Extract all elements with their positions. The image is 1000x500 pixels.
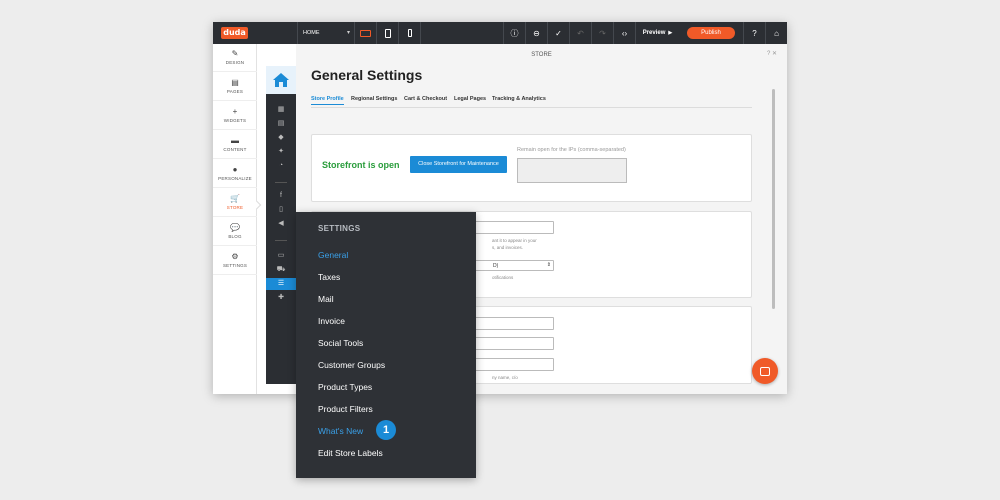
chat-icon: [760, 366, 770, 376]
puzzle-icon[interactable]: ✚: [266, 292, 296, 304]
step-badge: 1: [376, 420, 396, 440]
house-icon: [273, 73, 289, 87]
preview-button[interactable]: Preview ▶: [635, 22, 679, 44]
menu-item-taxes[interactable]: Taxes: [318, 272, 340, 282]
nav-label: PERSONALIZE: [218, 176, 252, 181]
chat-button[interactable]: [752, 358, 778, 384]
wallet-icon[interactable]: ▭: [266, 250, 296, 262]
panel-help-close-icons[interactable]: ? ✕: [767, 50, 777, 57]
nav-label: WIDGETS: [223, 118, 247, 123]
redo-icon[interactable]: ↷: [591, 22, 613, 44]
mobile-icon: [407, 29, 412, 37]
tablet-icon: [384, 28, 391, 38]
menu-item-invoice[interactable]: Invoice: [318, 316, 345, 326]
nav-label: PAGES: [226, 89, 244, 94]
preview-label: Preview: [642, 30, 666, 36]
mobile-view-button[interactable]: [399, 22, 421, 44]
undo-icon[interactable]: ↶: [569, 22, 591, 44]
divider: [275, 182, 287, 183]
menu-item-product-types[interactable]: Product Types: [318, 382, 372, 392]
pages-icon: ▤: [231, 78, 239, 87]
settings-flyout-menu: SETTINGS General Taxes Mail Invoice Soci…: [296, 212, 476, 478]
help-icon[interactable]: ?: [743, 22, 765, 44]
nav-pages[interactable]: ▤ PAGES: [213, 73, 257, 101]
nav-label: BLOG: [228, 234, 242, 239]
plus-icon: +: [232, 107, 238, 116]
nav-store[interactable]: 🛒 STORE: [213, 189, 257, 217]
publish-button[interactable]: Publish: [687, 27, 735, 39]
nav-settings[interactable]: ⚙ SETTINGS: [213, 247, 257, 275]
desktop-view-button[interactable]: [355, 22, 377, 44]
check-icon[interactable]: ✓: [547, 22, 569, 44]
desktop-icon: [360, 29, 371, 37]
nav-personalize[interactable]: ● PERSONALIZE: [213, 160, 257, 188]
cart-icon: 🛒: [230, 194, 240, 203]
menu-item-whats-new[interactable]: What's New: [318, 426, 363, 436]
top-toolbar: duda HOME ▾ ⓘ ⊖ ✓ ↶ ↷ ‹› Preview ▶ Publi…: [213, 22, 787, 44]
left-navigation: ✎ DESIGN ▤ PAGES + WIDGETS ▬ CONTENT ● PERSON…: [213, 44, 257, 394]
menu-item-edit-store-labels[interactable]: Edit Store Labels: [318, 448, 383, 458]
menu-item-customer-groups[interactable]: Customer Groups: [318, 360, 385, 370]
menu-item-mail[interactable]: Mail: [318, 294, 334, 304]
chat-bubble-icon: 💬: [230, 223, 240, 232]
divider: [275, 240, 287, 241]
settings-sliders-icon[interactable]: ☰: [266, 278, 296, 290]
menu-item-general[interactable]: General: [318, 250, 348, 260]
nav-widgets[interactable]: + WIDGETS: [213, 102, 257, 130]
stats-icon[interactable]: ◔: [266, 160, 296, 172]
nav-design[interactable]: ✎ DESIGN: [213, 44, 257, 72]
shipping-icon[interactable]: ⛟: [266, 264, 296, 276]
menu-item-social-tools[interactable]: Social Tools: [318, 338, 363, 348]
megaphone-icon[interactable]: ◀: [266, 218, 296, 230]
scrollbar[interactable]: [772, 89, 775, 309]
nav-blog[interactable]: 💬 BLOG: [213, 218, 257, 246]
folder-icon: ▬: [231, 136, 239, 145]
person-icon: ●: [232, 165, 238, 174]
gear-icon: ⚙: [231, 252, 239, 261]
chevron-down-icon: ▾: [346, 30, 350, 36]
tag-icon[interactable]: ◆: [266, 132, 296, 144]
code-icon[interactable]: ‹›: [613, 22, 635, 44]
store-icon-sidebar: ▦ ▤ ◆ ✦ ◔ f ▯ ◀ ▭ ⛟ ☰ ✚: [266, 66, 296, 384]
mobile-icon[interactable]: ▯: [266, 204, 296, 216]
page-select[interactable]: HOME ▾: [297, 22, 355, 44]
duda-logo[interactable]: duda: [221, 27, 248, 39]
discount-icon[interactable]: ✦: [266, 146, 296, 158]
info-icon[interactable]: ⓘ: [503, 22, 525, 44]
page-select-value: HOME: [303, 30, 320, 36]
nav-label: STORE: [226, 205, 244, 210]
flyout-heading: SETTINGS: [318, 224, 361, 233]
home-icon[interactable]: ⌂: [765, 22, 787, 44]
nav-label: CONTENT: [223, 147, 247, 152]
nav-content[interactable]: ▬ CONTENT: [213, 131, 257, 159]
zoom-out-icon[interactable]: ⊖: [525, 22, 547, 44]
nav-label: DESIGN: [225, 60, 245, 65]
nav-label: SETTINGS: [222, 263, 248, 268]
play-icon: ▶: [668, 30, 673, 36]
facebook-icon[interactable]: f: [266, 190, 296, 202]
panel-title: STORE: [531, 52, 552, 58]
orders-icon[interactable]: ▤: [266, 118, 296, 130]
store-icon[interactable]: ▦: [266, 104, 296, 116]
menu-item-product-filters[interactable]: Product Filters: [318, 404, 373, 414]
brush-icon: ✎: [231, 49, 239, 58]
store-home-tile[interactable]: [266, 66, 296, 94]
tablet-view-button[interactable]: [377, 22, 399, 44]
